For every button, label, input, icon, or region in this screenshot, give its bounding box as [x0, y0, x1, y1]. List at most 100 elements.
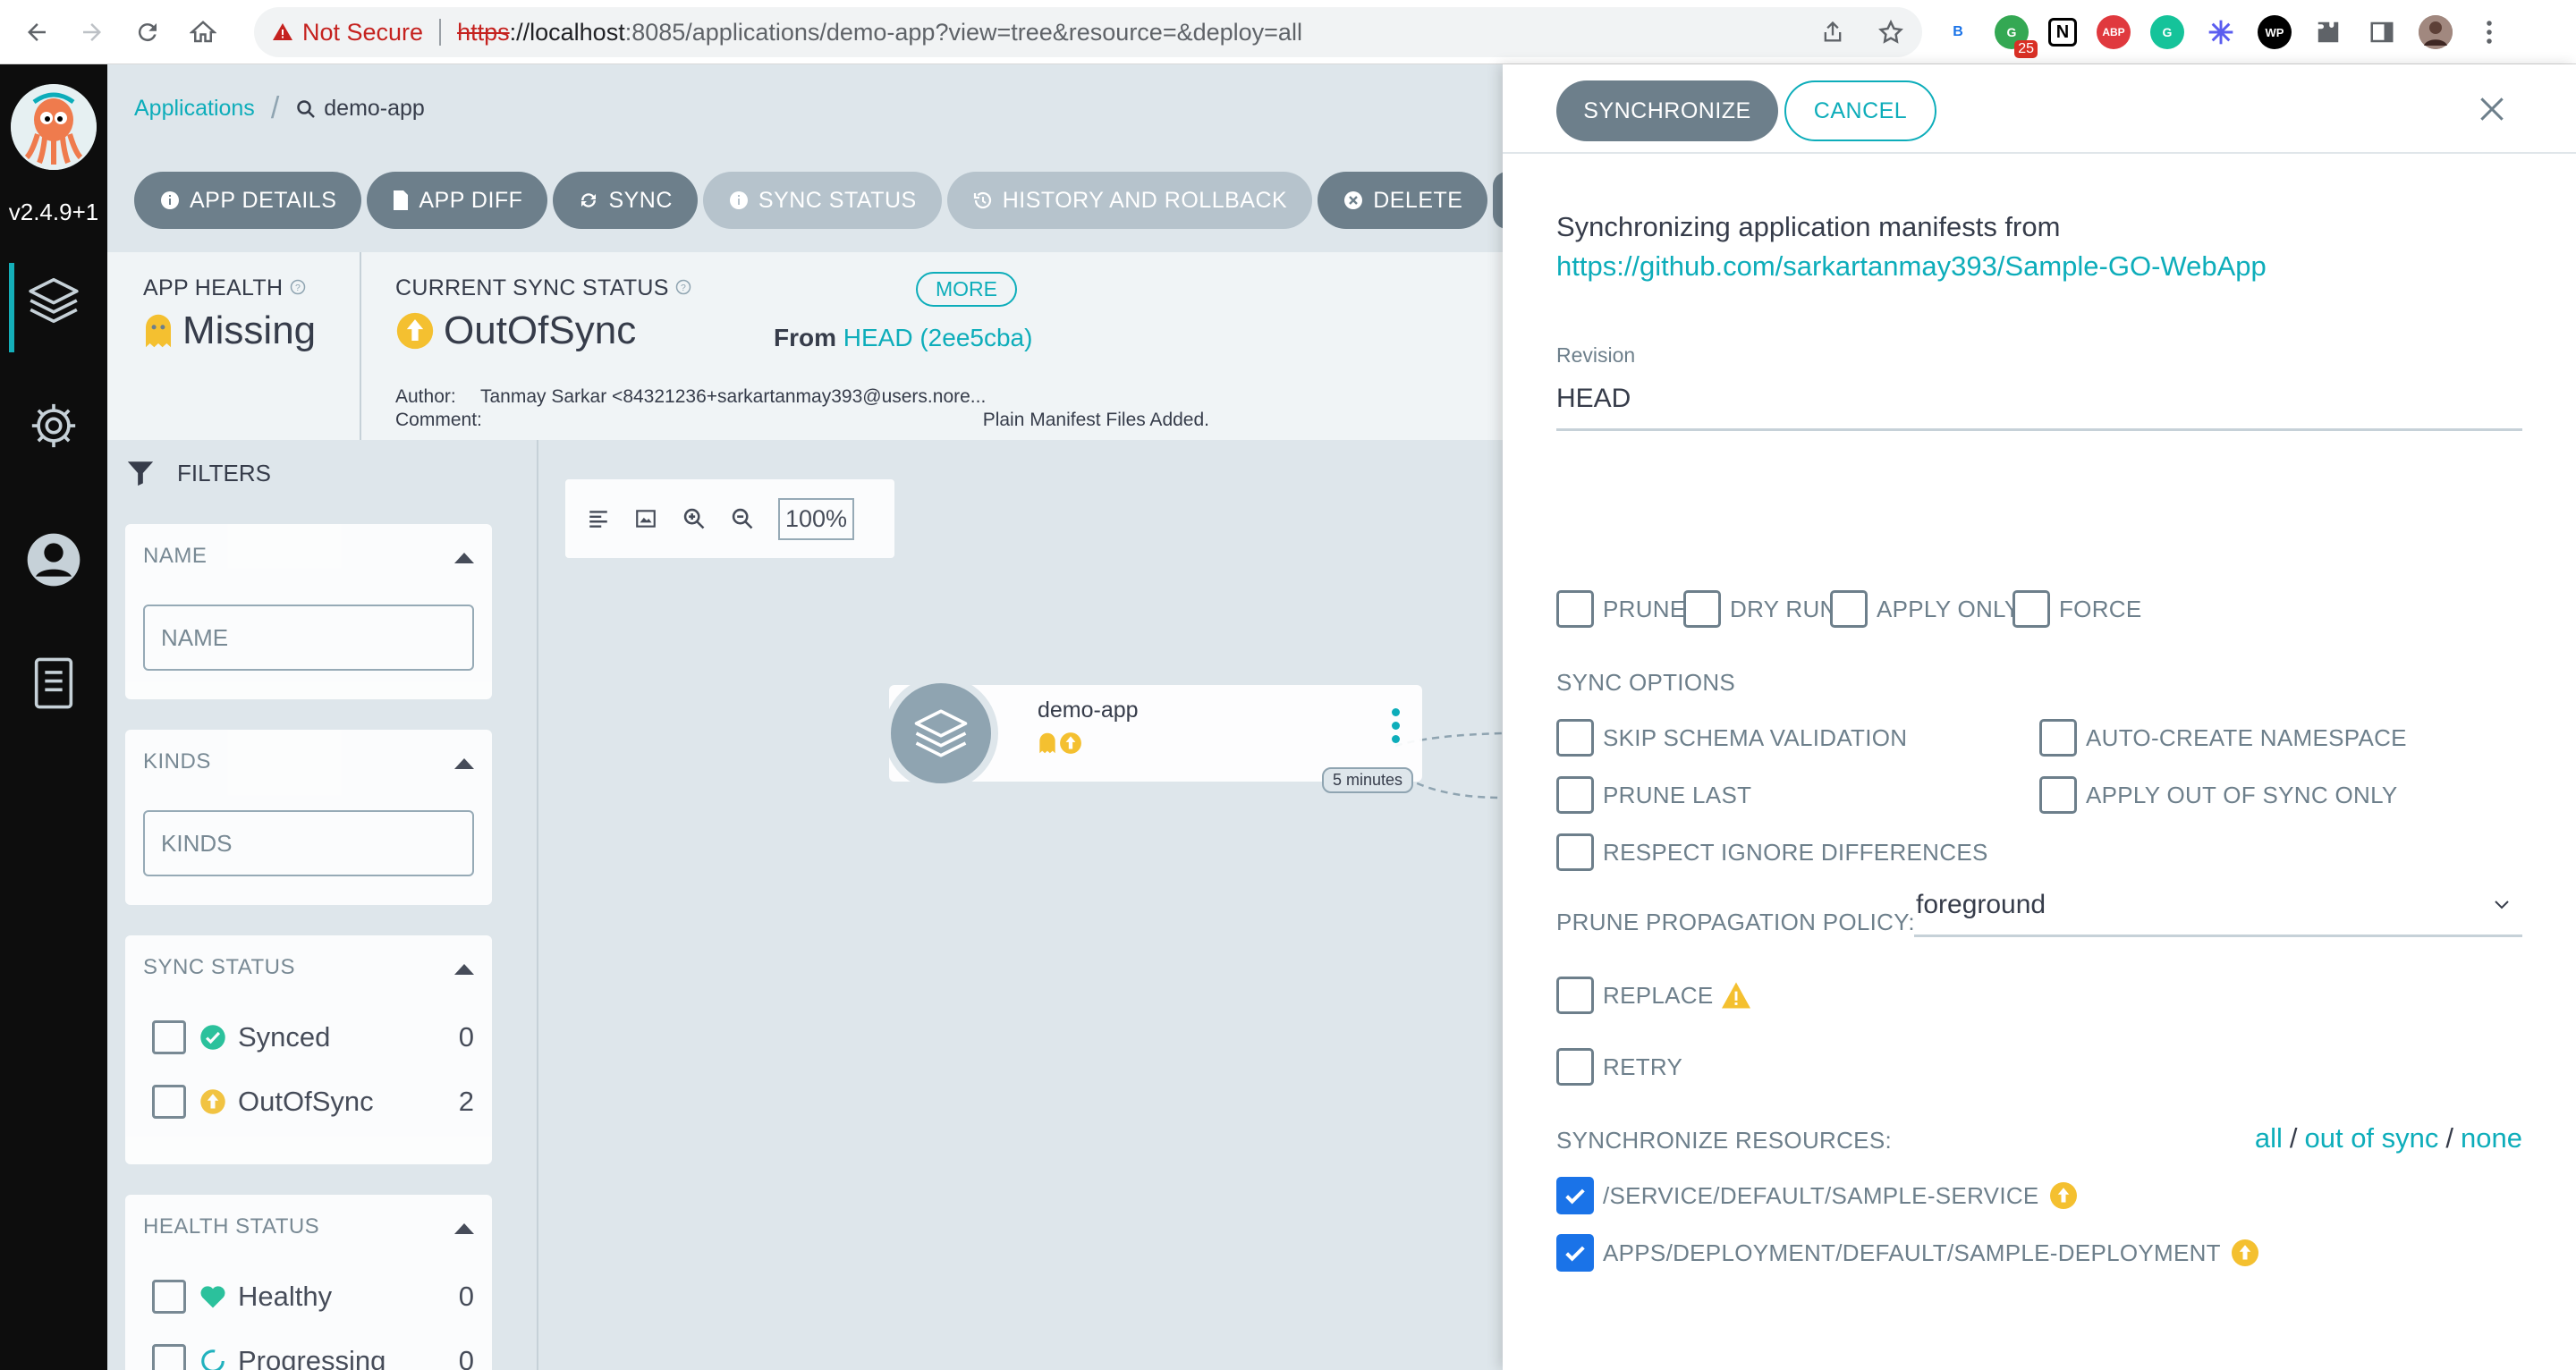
adblock-icon[interactable]: ABP	[2097, 15, 2131, 49]
collapse-caret-icon[interactable]	[454, 1223, 474, 1234]
argo-logo[interactable]	[11, 84, 97, 170]
arrow-up-circle-icon	[2049, 1182, 2077, 1209]
user-account-icon[interactable]	[25, 531, 82, 588]
auto-create-namespace-checkbox[interactable]	[2039, 719, 2077, 757]
auto-create-namespace-option[interactable]: AUTO-CREATE NAMESPACE	[2039, 719, 2407, 757]
force-option[interactable]: FORCE	[2012, 590, 2142, 628]
retry-checkbox[interactable]	[1556, 1048, 1594, 1086]
align-left-icon[interactable]	[587, 507, 610, 530]
resource-checkbox-checked[interactable]	[1556, 1177, 1594, 1214]
help-icon[interactable]: ?	[290, 279, 306, 295]
grammar-extension-icon[interactable]: G 25	[1995, 15, 2038, 58]
browser-menu-icon[interactable]	[2472, 15, 2506, 49]
kinds-filter-input[interactable]: KINDS	[143, 810, 474, 876]
delete-button[interactable]: DELETE	[1318, 172, 1488, 229]
retry-label: RETRY	[1603, 1053, 1683, 1080]
revision-link[interactable]: HEAD (2ee5cba)	[843, 324, 1033, 351]
prune-checkbox[interactable]	[1556, 590, 1594, 628]
apply-only-option[interactable]: APPLY ONLY	[1830, 590, 2021, 628]
documentation-icon[interactable]	[25, 655, 82, 712]
wp-extension-icon[interactable]: WP	[2258, 15, 2292, 49]
prune-option[interactable]: PRUNE	[1556, 590, 1686, 628]
back-icon[interactable]	[14, 10, 59, 55]
cancel-button[interactable]: CANCEL	[1784, 80, 1936, 141]
zoom-out-icon[interactable]	[730, 506, 755, 531]
sync-status-filter-title: SYNC STATUS	[143, 955, 295, 979]
respect-ignore-differences-option[interactable]: RESPECT IGNORE DIFFERENCES	[1556, 833, 1988, 871]
app-details-button[interactable]: APP DETAILS	[134, 172, 362, 229]
outofsync-filter-row[interactable]: OutOfSync 2	[152, 1082, 474, 1121]
skip-schema-validation-option[interactable]: SKIP SCHEMA VALIDATION	[1556, 719, 1907, 757]
filters-header[interactable]: FILTERS	[125, 458, 271, 488]
synced-filter-row[interactable]: Synced 0	[152, 1018, 474, 1057]
resource-row[interactable]: /SERVICE/DEFAULT/SAMPLE-SERVICE	[1556, 1177, 2077, 1214]
replace-checkbox[interactable]	[1556, 977, 1594, 1014]
sync-button[interactable]: SYNC	[553, 172, 698, 229]
healthy-checkbox[interactable]	[152, 1280, 186, 1314]
arrow-up-circle-icon	[1060, 732, 1081, 754]
apply-out-of-sync-only-option[interactable]: APPLY OUT OF SYNC ONLY	[2039, 776, 2398, 814]
comment-line: Comment: Plain Manifest Files Added.	[395, 410, 1209, 431]
progressing-filter-row[interactable]: Progressing 0	[152, 1341, 474, 1370]
bookmark-star-icon[interactable]	[1877, 19, 1904, 46]
select-out-of-sync-link[interactable]: out of sync	[2304, 1122, 2438, 1154]
replace-option[interactable]: REPLACE	[1556, 977, 1752, 1014]
retry-option[interactable]: RETRY	[1556, 1048, 1682, 1086]
health-status-filter-title: HEALTH STATUS	[143, 1214, 320, 1239]
apply-only-checkbox[interactable]	[1830, 590, 1868, 628]
respect-ignore-differences-checkbox[interactable]	[1556, 833, 1594, 871]
collapse-caret-icon[interactable]	[454, 553, 474, 563]
synced-checkbox[interactable]	[152, 1020, 186, 1054]
select-none-link[interactable]: none	[2461, 1122, 2522, 1154]
select-all-link[interactable]: all	[2255, 1122, 2283, 1154]
warning-triangle-icon[interactable]	[1720, 981, 1752, 1010]
app-diff-button[interactable]: APP DIFF	[367, 172, 548, 229]
home-icon[interactable]	[181, 10, 225, 55]
close-icon[interactable]	[2474, 91, 2510, 127]
prune-propagation-policy-select[interactable]: foreground	[1914, 875, 2522, 937]
not-secure-indicator[interactable]: Not Secure	[272, 19, 423, 47]
repo-url-link[interactable]: https://github.com/sarkartanmay393/Sampl…	[1556, 250, 2267, 283]
collapse-caret-icon[interactable]	[454, 964, 474, 975]
arrow-up-circle-icon	[199, 1087, 227, 1116]
address-bar[interactable]: Not Secure https ://localhost :8085/appl…	[254, 7, 1922, 57]
reload-icon[interactable]	[125, 10, 170, 55]
resource-checkbox-checked[interactable]	[1556, 1234, 1594, 1272]
node-menu-icon[interactable]	[1392, 708, 1400, 743]
share-icon[interactable]	[1820, 20, 1845, 45]
name-filter-input[interactable]: NAME	[143, 605, 474, 671]
fit-screen-icon[interactable]	[633, 507, 658, 530]
force-checkbox[interactable]	[2012, 590, 2050, 628]
apply-out-of-sync-only-checkbox[interactable]	[2039, 776, 2077, 814]
healthy-filter-row[interactable]: Healthy 0	[152, 1277, 474, 1316]
puzzle-extensions-icon[interactable]	[2311, 15, 2345, 49]
profile-avatar[interactable]	[2419, 15, 2453, 49]
synchronize-button[interactable]: SYNCHRONIZE	[1556, 80, 1778, 141]
notion-icon[interactable]: N	[2048, 18, 2077, 47]
revision-input[interactable]: HEAD	[1556, 368, 2522, 431]
dry-run-checkbox[interactable]	[1683, 590, 1721, 628]
forward-icon[interactable]	[70, 10, 114, 55]
sidebar-toggle-icon[interactable]	[2365, 15, 2399, 49]
b-extension-icon[interactable]: B	[1941, 15, 1975, 49]
prune-last-checkbox[interactable]	[1556, 776, 1594, 814]
settings-gear-icon[interactable]	[25, 397, 82, 454]
grammarly-icon[interactable]: G	[2150, 15, 2184, 49]
collapse-caret-icon[interactable]	[454, 758, 474, 769]
history-rollback-button[interactable]: HISTORY AND ROLLBACK	[946, 172, 1313, 229]
help-icon[interactable]: ?	[675, 279, 691, 295]
zoom-level[interactable]: 100%	[778, 497, 855, 540]
zoom-in-icon[interactable]	[682, 506, 707, 531]
outofsync-checkbox[interactable]	[152, 1085, 186, 1119]
dry-run-option[interactable]: DRY RUN	[1683, 590, 1837, 628]
progressing-checkbox[interactable]	[152, 1344, 186, 1370]
more-toolbar-button[interactable]	[1493, 172, 1503, 229]
snowflake-extension-icon[interactable]	[2204, 15, 2238, 49]
prune-last-option[interactable]: PRUNE LAST	[1556, 776, 1751, 814]
skip-schema-validation-checkbox[interactable]	[1556, 719, 1594, 757]
more-button[interactable]: MORE	[916, 272, 1017, 307]
resource-row[interactable]: APPS/DEPLOYMENT/DEFAULT/SAMPLE-DEPLOYMEN…	[1556, 1234, 2258, 1272]
breadcrumb-applications-link[interactable]: Applications	[134, 96, 255, 122]
applications-nav-icon[interactable]	[25, 272, 82, 329]
sync-status-button[interactable]: SYNC STATUS	[702, 172, 942, 229]
